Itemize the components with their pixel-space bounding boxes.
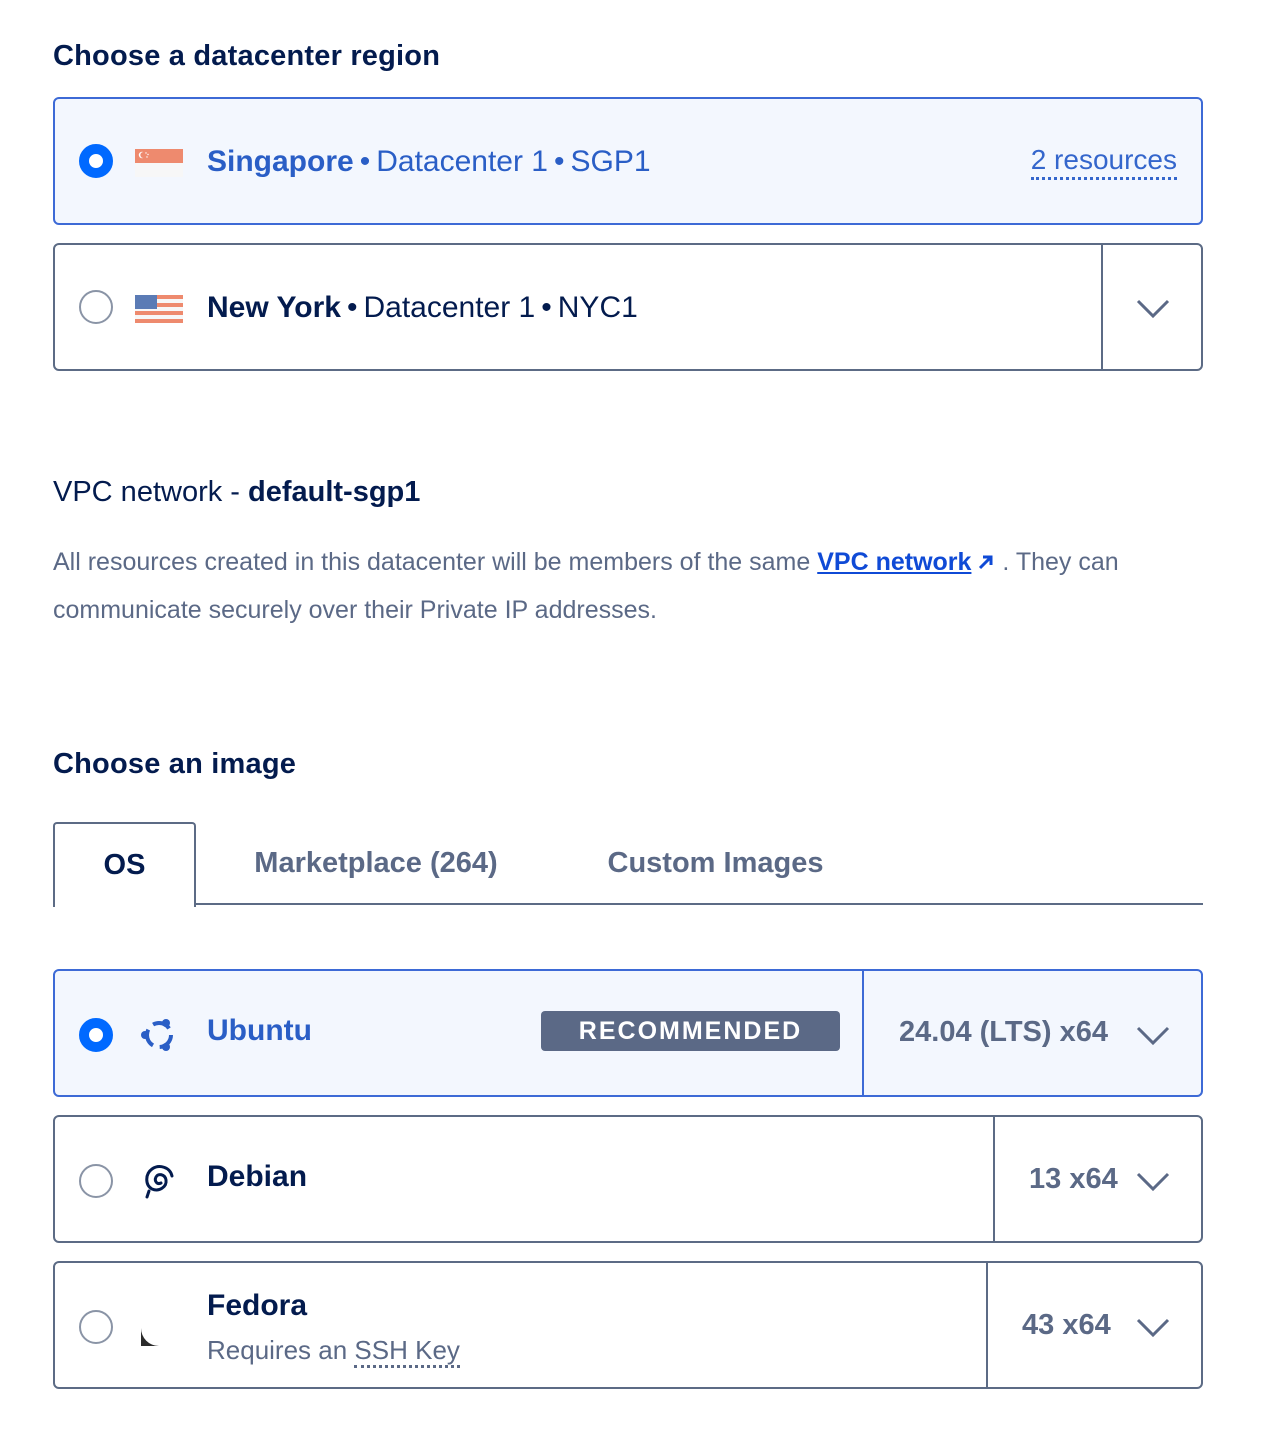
version-select-debian[interactable]: 13 x64: [1029, 1163, 1118, 1196]
image-card-fedora[interactable]: Fedora Requires an SSH Key 43 x64: [53, 1261, 1203, 1389]
version-divider: [993, 1117, 995, 1241]
version-select-ubuntu[interactable]: 24.04 (LTS) x64: [899, 1016, 1108, 1049]
tab-custom-images[interactable]: Custom Images: [593, 822, 838, 905]
image-radio-debian[interactable]: [79, 1164, 113, 1198]
region-radio-new-york[interactable]: [79, 290, 113, 324]
vpc-name: default-sgp1: [248, 476, 421, 508]
tab-marketplace[interactable]: Marketplace (264): [236, 822, 516, 905]
image-card-debian[interactable]: Debian 13 x64: [53, 1115, 1203, 1243]
region-city: New York: [207, 291, 341, 324]
region-card-singapore[interactable]: Singapore • Datacenter 1 • SGP1 2 resources: [53, 97, 1203, 225]
recommended-badge: RECOMMENDED: [541, 1011, 840, 1051]
image-section-title: Choose an image: [53, 748, 297, 780]
vpc-description: All resources created in this datacenter…: [53, 538, 1203, 634]
chevron-down-icon[interactable]: [1136, 298, 1170, 320]
region-label-new-york: New York • Datacenter 1 • NYC1: [207, 291, 638, 325]
image-radio-ubuntu[interactable]: [79, 1018, 113, 1052]
fedora-requirement: Requires an SSH Key: [207, 1335, 460, 1368]
version-select-fedora[interactable]: 43 x64: [1022, 1309, 1111, 1342]
tab-os[interactable]: OS: [53, 822, 196, 907]
region-divider: [1101, 245, 1103, 369]
region-section-title: Choose a datacenter region: [53, 40, 441, 72]
vpc-link-text[interactable]: VPC network: [817, 548, 971, 576]
region-card-new-york[interactable]: New York • Datacenter 1 • NYC1: [53, 243, 1203, 371]
image-name-ubuntu: Ubuntu: [207, 1014, 312, 1047]
vpc-network-title: VPC network - default-sgp1: [53, 476, 420, 509]
requirement-prefix: Requires an: [207, 1335, 355, 1365]
region-label-singapore: Singapore • Datacenter 1 • SGP1: [207, 145, 651, 179]
image-name-debian: Debian: [207, 1160, 308, 1193]
vpc-desc-before: All resources created in this datacenter…: [53, 548, 818, 576]
region-datacenter: Datacenter 1: [376, 145, 548, 178]
region-code: SGP1: [570, 145, 651, 178]
usa-flag-icon: [135, 295, 183, 323]
separator: •: [554, 145, 565, 178]
region-code: NYC1: [557, 291, 638, 324]
fedora-icon: [141, 1310, 177, 1346]
chevron-down-icon[interactable]: [1136, 1317, 1170, 1339]
image-tabs: OS Marketplace (264) Custom Images: [53, 822, 1203, 907]
vpc-label: VPC network -: [53, 476, 248, 508]
separator: •: [346, 291, 358, 324]
external-link-icon[interactable]: [977, 553, 995, 571]
separator: •: [541, 291, 552, 324]
image-card-ubuntu[interactable]: Ubuntu RECOMMENDED 24.04 (LTS) x64: [53, 969, 1203, 1097]
chevron-down-icon[interactable]: [1136, 1171, 1170, 1193]
separator: •: [359, 145, 371, 178]
image-name-fedora: Fedora: [207, 1289, 308, 1322]
region-datacenter: Datacenter 1: [363, 291, 536, 324]
region-city: Singapore: [207, 145, 354, 178]
vpc-network-link[interactable]: VPC network: [817, 548, 971, 576]
resources-link[interactable]: 2 resources: [1030, 145, 1177, 180]
debian-icon: [145, 1165, 174, 1199]
version-divider: [862, 971, 864, 1095]
ssh-key-link[interactable]: SSH Key: [354, 1335, 460, 1368]
image-radio-fedora[interactable]: [79, 1310, 113, 1344]
region-radio-singapore[interactable]: [79, 144, 113, 178]
version-divider: [986, 1263, 988, 1387]
ubuntu-icon: [141, 1019, 173, 1051]
chevron-down-icon[interactable]: [1136, 1025, 1170, 1047]
singapore-flag-icon: [135, 149, 183, 177]
